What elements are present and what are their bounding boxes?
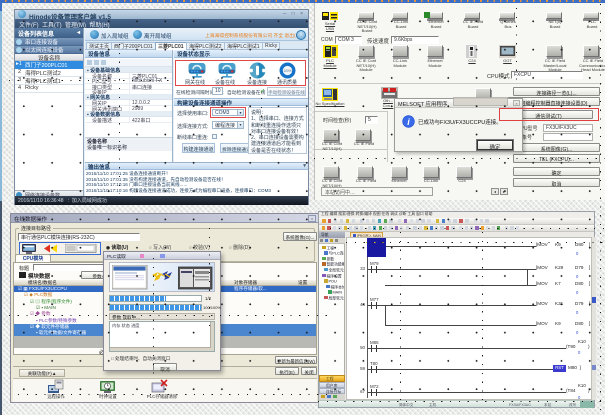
svg-text:100%: 100%	[283, 69, 291, 73]
